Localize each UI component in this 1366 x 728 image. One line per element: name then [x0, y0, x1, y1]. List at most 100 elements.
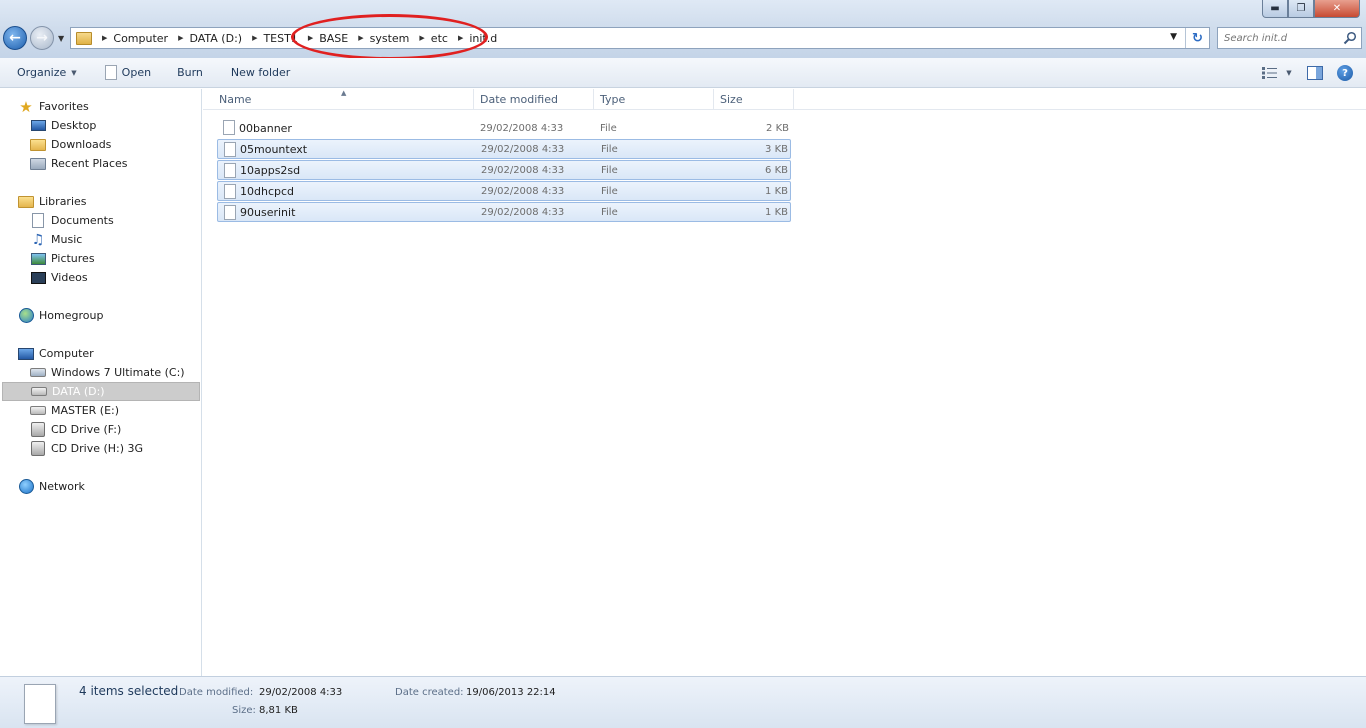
column-header-size[interactable]: Size: [714, 89, 794, 110]
nav-label: Homegroup: [39, 309, 104, 322]
breadcrumb-etc[interactable]: etc: [431, 32, 448, 45]
nav-pictures[interactable]: Pictures: [30, 249, 95, 268]
column-header-name[interactable]: Name: [213, 89, 474, 110]
organize-button[interactable]: Organize ▼: [9, 61, 85, 85]
nav-homegroup[interactable]: Homegroup: [18, 306, 103, 325]
chevron-right-icon[interactable]: ▶: [419, 34, 424, 42]
change-view-button[interactable]: ▼: [1262, 61, 1292, 85]
chevron-down-icon: ▼: [1286, 69, 1292, 77]
file-row[interactable]: 05mountext 29/02/2008 4:33 File 3 KB: [217, 139, 791, 159]
search-input[interactable]: [1224, 32, 1342, 44]
nav-label: Network: [39, 480, 85, 493]
open-button[interactable]: Open: [97, 61, 159, 85]
column-header-type[interactable]: Type: [594, 89, 714, 110]
nav-drive-c[interactable]: Windows 7 Ultimate (C:): [30, 363, 185, 382]
organize-label: Organize: [17, 66, 67, 79]
date-created-value: 19/06/2013 22:14: [466, 687, 556, 698]
file-date: 29/02/2008 4:33: [481, 143, 565, 155]
new-folder-label: New folder: [230, 66, 291, 79]
file-icon: [223, 120, 235, 135]
breadcrumb-computer[interactable]: Computer: [113, 32, 168, 45]
date-created-label: Date created:: [395, 687, 464, 698]
chevron-right-icon[interactable]: ▶: [358, 34, 363, 42]
address-bar[interactable]: ▶ Computer ▶ DATA (D:) ▶ TEST1 ▶ BASE ▶ …: [70, 27, 1210, 49]
chevron-right-icon[interactable]: ▶: [458, 34, 463, 42]
recent-pages-dropdown[interactable]: ▼: [58, 34, 64, 43]
computer-icon: [18, 346, 34, 362]
documents-icon: [30, 213, 46, 229]
breadcrumb-data-d[interactable]: DATA (D:): [189, 32, 242, 45]
file-row[interactable]: 10apps2sd 29/02/2008 4:33 File 6 KB: [217, 160, 791, 180]
chevron-right-icon[interactable]: ▶: [178, 34, 183, 42]
size-label: Size:: [232, 705, 256, 716]
close-button[interactable]: ✕: [1314, 0, 1360, 18]
breadcrumb-init-d[interactable]: init.d: [469, 32, 497, 45]
chevron-right-icon[interactable]: ▶: [308, 34, 313, 42]
column-header-date-modified[interactable]: Date modified: [474, 89, 594, 110]
nav-drive-d[interactable]: DATA (D:): [2, 382, 200, 401]
preview-pane-button[interactable]: [1300, 61, 1330, 85]
file-row[interactable]: 10dhcpcd 29/02/2008 4:33 File 1 KB: [217, 181, 791, 201]
burn-button[interactable]: Burn: [169, 61, 211, 85]
file-icon: [224, 184, 236, 199]
nav-downloads[interactable]: Downloads: [30, 135, 111, 154]
back-button[interactable]: ←: [3, 26, 27, 50]
nav-drive-h[interactable]: CD Drive (H:) 3G: [30, 439, 143, 458]
nav-drive-f[interactable]: CD Drive (F:): [30, 420, 121, 439]
maximize-button[interactable]: ❐: [1288, 0, 1314, 18]
new-folder-button[interactable]: New folder: [223, 61, 298, 85]
file-row[interactable]: 90userinit 29/02/2008 4:33 File 1 KB: [217, 202, 791, 222]
search-icon[interactable]: [1343, 31, 1357, 45]
recent-places-icon: [30, 156, 46, 172]
help-button[interactable]: ?: [1330, 61, 1360, 85]
file-date: 29/02/2008 4:33: [481, 206, 565, 218]
forward-button[interactable]: →: [30, 26, 54, 50]
folder-icon: [76, 31, 92, 45]
nav-music[interactable]: ♫ Music: [30, 230, 83, 249]
refresh-button[interactable]: ↻: [1185, 28, 1209, 48]
nav-documents[interactable]: Documents: [30, 211, 114, 230]
nav-network[interactable]: Network: [18, 477, 85, 496]
windows-drive-icon: [30, 365, 46, 381]
address-history-dropdown[interactable]: ▼: [1170, 32, 1177, 42]
file-icon: [224, 205, 236, 220]
file-icon: [224, 163, 236, 178]
nav-recent-places[interactable]: Recent Places: [30, 154, 128, 173]
nav-label: Pictures: [51, 252, 95, 265]
chevron-right-icon[interactable]: ▶: [102, 34, 107, 42]
file-type: File: [601, 185, 618, 197]
command-bar: Organize ▼ Open Burn New folder ▼ ?: [0, 58, 1366, 88]
chevron-right-icon[interactable]: ▶: [252, 34, 257, 42]
minimize-button[interactable]: ▬: [1262, 0, 1288, 18]
nav-label: Desktop: [51, 119, 97, 132]
nav-label: Documents: [51, 214, 114, 227]
breadcrumb-test1[interactable]: TEST1: [263, 32, 297, 45]
nav-libraries[interactable]: Libraries: [18, 192, 87, 211]
nav-label: Music: [51, 233, 83, 246]
search-box[interactable]: [1217, 27, 1362, 49]
nav-label: Downloads: [51, 138, 112, 151]
file-name: 10apps2sd: [240, 163, 301, 177]
chevron-down-icon: ▼: [71, 68, 77, 77]
open-label: Open: [121, 66, 152, 79]
nav-desktop[interactable]: Desktop: [30, 116, 96, 135]
nav-favorites[interactable]: ★ Favorites: [18, 97, 88, 116]
nav-videos[interactable]: Videos: [30, 268, 88, 287]
nav-label: Computer: [39, 347, 94, 360]
file-date: 29/02/2008 4:33: [480, 122, 564, 134]
file-date: 29/02/2008 4:33: [481, 185, 565, 197]
breadcrumb-system[interactable]: system: [370, 32, 410, 45]
preview-pane-icon: [1307, 66, 1323, 80]
file-type: File: [600, 122, 617, 134]
size-value: 8,81 KB: [259, 705, 298, 716]
nav-computer[interactable]: Computer: [18, 344, 94, 363]
file-name: 00banner: [239, 121, 292, 135]
file-type: File: [601, 206, 618, 218]
file-row[interactable]: 00banner 29/02/2008 4:33 File 2 KB: [217, 118, 791, 138]
pictures-icon: [30, 251, 46, 267]
homegroup-icon: [18, 308, 34, 324]
desktop-icon: [30, 118, 46, 134]
nav-drive-e[interactable]: MASTER (E:): [30, 401, 119, 420]
nav-label: CD Drive (F:): [51, 423, 122, 436]
breadcrumb-base[interactable]: BASE: [319, 32, 348, 45]
